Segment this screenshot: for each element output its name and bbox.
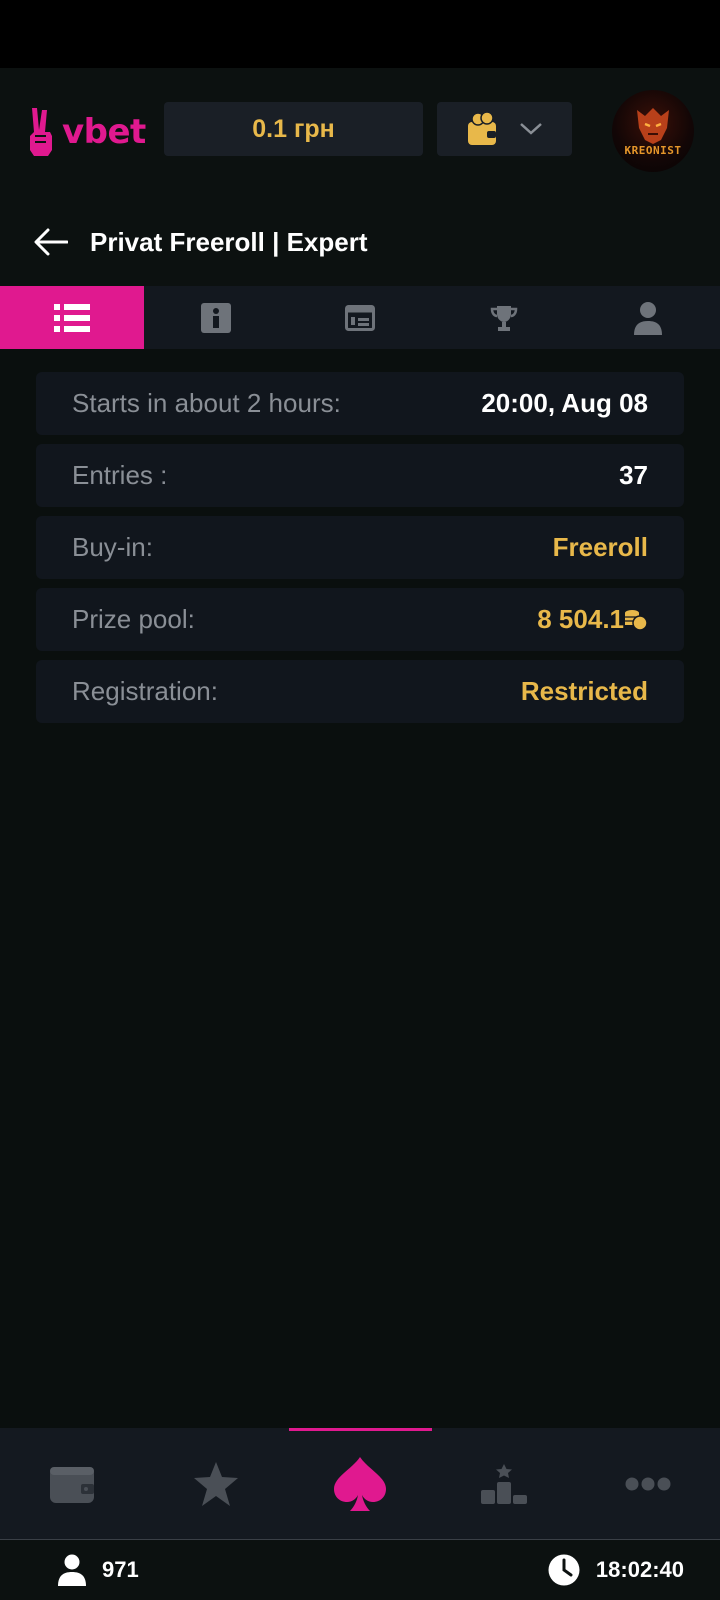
info-row-buyin: Buy-in: Freeroll (36, 516, 684, 579)
vbet-logo[interactable]: vbet (26, 104, 146, 160)
status-bar (0, 0, 720, 68)
tournament-info-list: Starts in about 2 hours: 20:00, Aug 08 E… (36, 372, 684, 732)
avatar-label: KREONIST (624, 143, 682, 157)
wallet-icon (50, 1466, 94, 1503)
table-icon (345, 304, 375, 331)
page-title: Privat Freeroll | Expert (90, 226, 368, 257)
more-icon (625, 1477, 671, 1490)
nav-leaderboard[interactable] (432, 1428, 576, 1539)
nav-wallet[interactable] (0, 1428, 144, 1539)
active-nav-indicator (289, 1428, 432, 1431)
title-bar: Privat Freeroll | Expert (0, 198, 720, 286)
prize-value-wrap: 8 504.1 (537, 604, 648, 635)
registration-label: Registration: (72, 676, 218, 706)
info-row-registration: Registration: Restricted (36, 660, 684, 723)
start-value: 20:00, Aug 08 (481, 388, 648, 418)
info-row-start: Starts in about 2 hours: 20:00, Aug 08 (36, 372, 684, 435)
list-icon (54, 303, 90, 332)
avatar-mask-icon (637, 107, 669, 144)
bottom-nav (0, 1428, 720, 1539)
logo-text: vbet (62, 112, 146, 152)
clock: 18:02:40 (548, 1554, 684, 1586)
clock-time: 18:02:40 (595, 1557, 684, 1582)
entries-value: 37 (619, 460, 648, 490)
clock-icon (548, 1554, 580, 1586)
arrow-left-icon (34, 228, 68, 256)
tab-players[interactable] (576, 286, 720, 349)
nav-favorites[interactable] (144, 1428, 288, 1539)
entries-label: Entries : (72, 460, 168, 490)
balance-display[interactable]: 0.1 грн (164, 102, 423, 156)
buyin-label: Buy-in: (72, 532, 153, 562)
user-icon (58, 1554, 86, 1586)
avatar[interactable]: KREONIST (612, 90, 694, 172)
trophy-icon (490, 305, 518, 331)
tab-overview[interactable] (0, 286, 144, 349)
spade-icon (334, 1456, 386, 1511)
wallet-dropdown[interactable] (437, 102, 572, 156)
star-icon (194, 1461, 238, 1506)
coin-stack-icon (625, 609, 648, 631)
nav-more[interactable] (576, 1428, 720, 1539)
nav-poker[interactable] (288, 1428, 432, 1539)
buyin-value: Freeroll (552, 532, 648, 562)
app-header: vbet 0.1 грн KREONIST (0, 68, 720, 198)
info-row-entries: Entries : 37 (36, 444, 684, 507)
user-icon (634, 301, 662, 335)
tournament-tabs (0, 286, 720, 349)
start-label: Starts in about 2 hours: (72, 388, 341, 418)
players-count: 971 (102, 1557, 139, 1582)
tab-tables[interactable] (288, 286, 432, 349)
victory-hand-icon (30, 108, 52, 156)
footer-status: 971 18:02:40 (0, 1539, 720, 1600)
podium-icon (481, 1463, 527, 1504)
online-players: 971 (58, 1554, 139, 1586)
tab-prizes[interactable] (432, 286, 576, 349)
wallet-icon (467, 112, 496, 145)
tab-info[interactable] (144, 286, 288, 349)
info-icon (201, 302, 231, 333)
prize-label: Prize pool: (72, 604, 195, 634)
chevron-down-icon (519, 123, 542, 135)
registration-value: Restricted (520, 676, 648, 706)
back-button[interactable] (34, 227, 70, 257)
prize-value: 8 504.1 (537, 604, 624, 634)
info-row-prize: Prize pool: 8 504.1 (36, 588, 684, 651)
